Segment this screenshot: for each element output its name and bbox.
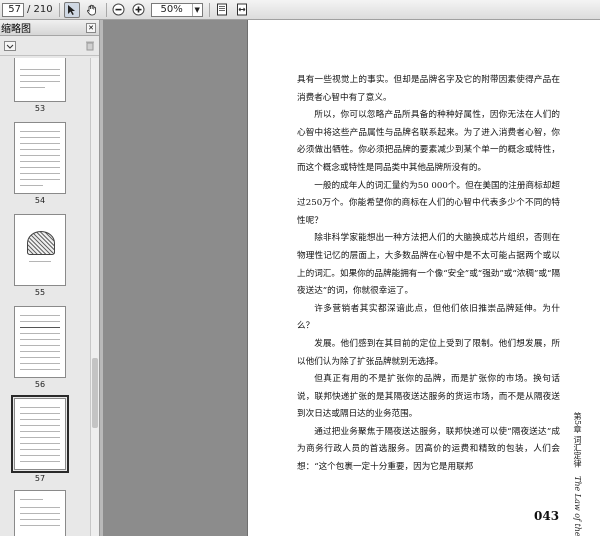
page-thumbnail[interactable] — [14, 58, 66, 102]
page-number: 043 — [534, 509, 560, 523]
page-body: 具有一些视觉上的事实。但却是品牌名字及它的附带因素使得产品在消费者心智中有了意义… — [297, 72, 560, 477]
zoom-select[interactable]: 50% ▼ — [150, 2, 203, 17]
zoom-in-button[interactable] — [131, 2, 147, 18]
page-thumbnail[interactable] — [14, 306, 66, 378]
toolbar-separator — [105, 2, 107, 17]
select-icon — [67, 4, 75, 15]
paragraph: 除非科学家能想出一种方法把人们的大脑换成芯片组织，否则在物理性记忆的层面上，大多… — [297, 233, 560, 297]
fit-page-icon — [216, 3, 227, 16]
options-icon[interactable] — [4, 40, 16, 51]
fit-width-icon — [236, 3, 247, 16]
thumbnail-panel: 缩略图 ✕ 53 54 55 56 57 — [0, 20, 100, 536]
scrollbar-thumb[interactable] — [92, 358, 98, 428]
page-thumbnail[interactable] — [14, 490, 66, 536]
paragraph: 许多营销者其实都深谙此点，但他们依旧推崇品牌延伸。为什么？ — [297, 303, 560, 332]
hand-tool-button[interactable] — [84, 2, 100, 18]
thumbnail-scrollbar[interactable] — [90, 58, 99, 536]
thumbnail-label: 57 — [34, 474, 46, 483]
running-head-english: The Law of the Word — [573, 476, 582, 536]
document-page: 具有一些视觉上的事实。但却是品牌名字及它的附带因素使得产品在消费者心智中有了意义… — [247, 20, 600, 536]
paragraph: 具有一些视觉上的事实。但却是品牌名字及它的附带因素使得产品在消费者心智中有了意义… — [297, 75, 560, 103]
fit-page-button[interactable] — [214, 2, 230, 18]
illustration-image — [27, 231, 55, 255]
thumbnail-label: 54 — [34, 196, 46, 205]
thumbnail-label: 53 — [34, 104, 46, 113]
toolbar-separator — [208, 2, 210, 17]
page-thumbnail-selected[interactable] — [11, 395, 69, 473]
trash-icon[interactable] — [85, 40, 95, 51]
page-number-input[interactable]: 57 — [2, 2, 24, 17]
hand-icon — [86, 4, 96, 15]
zoom-value: 50% — [160, 4, 183, 15]
page-total-label: / 210 — [27, 4, 53, 15]
thumbnail-list: 53 54 55 56 57 — [0, 58, 90, 536]
paragraph: 但真正有用的不是扩张你的品牌，而是扩张你的市场。换句话说，联邦快递扩张的是其隔夜… — [297, 374, 560, 420]
thumbnail-panel-tools — [0, 36, 99, 56]
toolbar-separator — [58, 2, 60, 17]
page-thumbnail[interactable] — [14, 214, 66, 286]
paragraph: 所以，你可以忽略产品所具备的种种好属性，因你无法在人们的心智中将这些产品属性与品… — [297, 110, 560, 173]
zoom-out-button[interactable] — [111, 2, 127, 18]
select-tool-button[interactable] — [63, 1, 80, 18]
paragraph: 通过把业务聚焦于隔夜送达服务，联邦快递可以使“隔夜送达”成为商务行政人员的首选服… — [297, 426, 560, 473]
running-head-title: 第5章 词汇定律 — [573, 412, 582, 468]
chevron-down-icon[interactable]: ▼ — [191, 3, 202, 16]
zoom-out-icon — [112, 3, 125, 16]
thumbnail-label: 56 — [34, 380, 46, 389]
paragraph: 一般的成年人的词汇量约为50 000个。但在美国的注册商标却超过250万个。你能… — [297, 180, 560, 226]
paragraph: 发展。他们感到在其目前的定位上受到了限制。他们想发展，所以他们认为除了扩张品牌就… — [297, 338, 560, 367]
close-icon[interactable]: ✕ — [86, 22, 96, 33]
running-head: 第5章 词汇定律 The Law of the Word — [572, 412, 583, 536]
thumbnail-label: 55 — [34, 288, 46, 297]
zoom-in-icon — [132, 3, 145, 16]
page-thumbnail[interactable] — [14, 122, 66, 194]
toolbar: 57 / 210 50% ▼ — [0, 0, 600, 20]
thumbnail-panel-header: 缩略图 ✕ — [0, 20, 99, 36]
thumbnail-panel-title: 缩略图 — [1, 24, 31, 35]
fit-width-button[interactable] — [234, 2, 250, 18]
panel-splitter[interactable] — [100, 20, 103, 536]
